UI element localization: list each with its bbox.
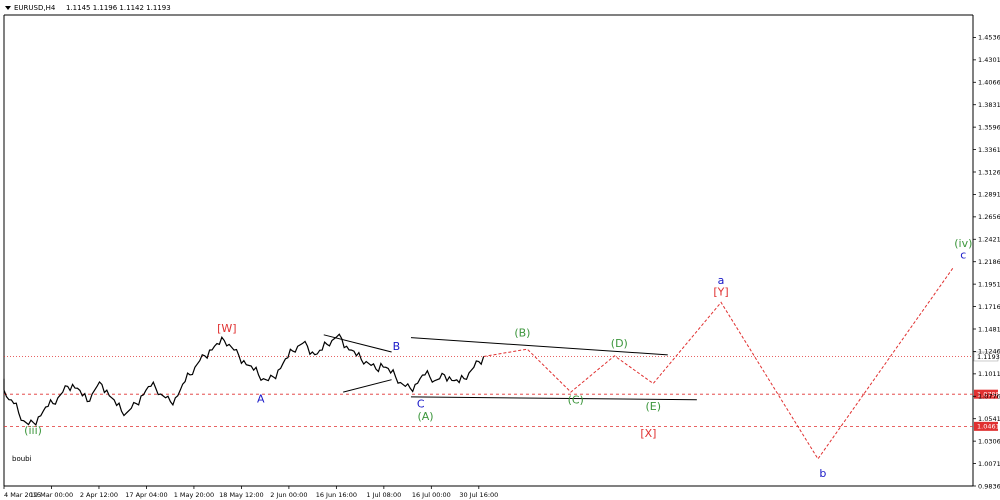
x-tick-label: 1 May 20:00 (174, 491, 214, 499)
chart-header: EURUSD,H4 1.1145 1.1196 1.1142 1.1193 (5, 4, 171, 12)
x-tick-label: 17 Apr 04:00 (125, 491, 167, 499)
wave-label: (E) (645, 400, 661, 413)
watermark-text: boubi (12, 455, 32, 463)
symbol-label: EURUSD,H4 (14, 4, 56, 12)
price-level-value: 1.0461 (977, 423, 1000, 431)
y-tick-label: 1.1716 (978, 303, 1000, 311)
x-tick-label: 18 May 12:00 (219, 491, 264, 499)
y-tick-label: 1.2421 (978, 236, 1000, 244)
wave-label: [X] (640, 427, 656, 440)
chart: 1.11931.07981.0461 (iii)[W]ABC(A)(B)(C)(… (0, 0, 1000, 500)
chart-background (0, 0, 1000, 500)
wave-label: [W] (217, 322, 236, 335)
x-tick-label: 16 Jun 16:00 (316, 491, 357, 499)
y-tick-label: 1.4301 (978, 56, 1000, 64)
y-tick-label: 1.3361 (978, 146, 1000, 154)
ohlc-values: 1.1145 1.1196 1.1142 1.1193 (66, 4, 171, 12)
y-tick-label: 1.3596 (978, 123, 1000, 131)
y-tick-label: 1.1011 (978, 370, 1000, 378)
x-tick-label: 2 Apr 12:00 (80, 491, 118, 499)
y-tick-label: 1.1951 (978, 280, 1000, 288)
y-tick-label: 1.0776 (978, 393, 1000, 401)
wave-label: (B) (514, 327, 530, 340)
wave-label: c (960, 248, 966, 261)
wave-label: (C) (568, 394, 584, 407)
x-tick-label: 16 Jul 00:00 (412, 491, 451, 499)
y-tick-label: 1.1246 (978, 348, 1000, 356)
x-tick-label: 19 Mar 00:00 (30, 491, 73, 499)
wave-label: b (819, 467, 826, 480)
wave-label: B (393, 340, 401, 353)
y-tick-label: 1.2891 (978, 191, 1000, 199)
x-tick-label: 30 Jul 16:00 (459, 491, 498, 499)
y-tick-label: 1.3831 (978, 101, 1000, 109)
y-tick-label: 1.1481 (978, 325, 1000, 333)
wave-label: (iii) (24, 424, 42, 437)
wave-label: C (417, 397, 425, 410)
y-tick-label: 1.3126 (978, 168, 1000, 176)
y-tick-label: 0.9836 (978, 482, 1000, 490)
y-tick-label: 1.0306 (978, 437, 1000, 445)
y-tick-label: 1.2656 (978, 213, 1000, 221)
y-tick-label: 1.0071 (978, 460, 1000, 468)
wave-label: (A) (417, 410, 433, 423)
wave-label: [Y] (713, 286, 728, 299)
y-tick-label: 1.2186 (978, 258, 1000, 266)
x-tick-label: 2 Jun 00:00 (270, 491, 307, 499)
x-tick-label: 1 Jul 08:00 (366, 491, 401, 499)
wave-label: (D) (611, 337, 628, 350)
y-tick-label: 1.0541 (978, 415, 1000, 423)
price-axis: 1.4536 1.4301 1.4066 1.3831 1.3596 1.3361 1.31… (973, 34, 1000, 490)
y-tick-label: 1.4536 (978, 34, 1000, 42)
wave-label: A (257, 393, 265, 406)
y-tick-label: 1.4066 (978, 79, 1000, 87)
